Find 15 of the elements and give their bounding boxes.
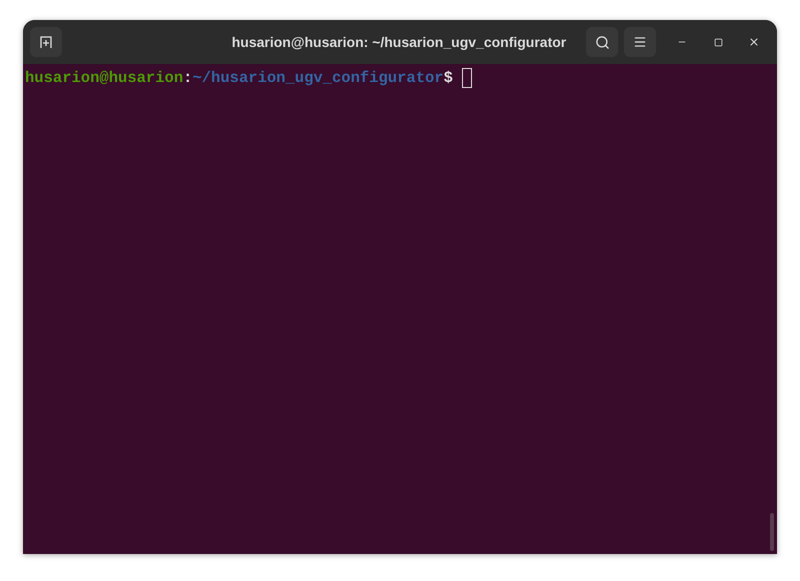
search-button[interactable]: [586, 27, 618, 57]
search-icon: [594, 34, 610, 50]
close-icon: [748, 36, 760, 48]
menu-button[interactable]: [624, 27, 656, 57]
maximize-icon: [714, 38, 722, 46]
scrollbar: [770, 513, 774, 551]
prompt-separator: :: [183, 68, 192, 89]
prompt-path: ~/husarion_ugv_configurator: [192, 68, 444, 89]
prompt-user-host: husarion@husarion: [25, 68, 184, 89]
new-tab-button[interactable]: [30, 27, 62, 57]
text-cursor: [462, 68, 472, 88]
window-title: husarion@husarion: ~/husarion_ugv_configurator: [232, 32, 566, 52]
new-tab-icon: [39, 35, 53, 49]
prompt-symbol: $: [444, 68, 453, 89]
menu-icon: [633, 35, 647, 49]
